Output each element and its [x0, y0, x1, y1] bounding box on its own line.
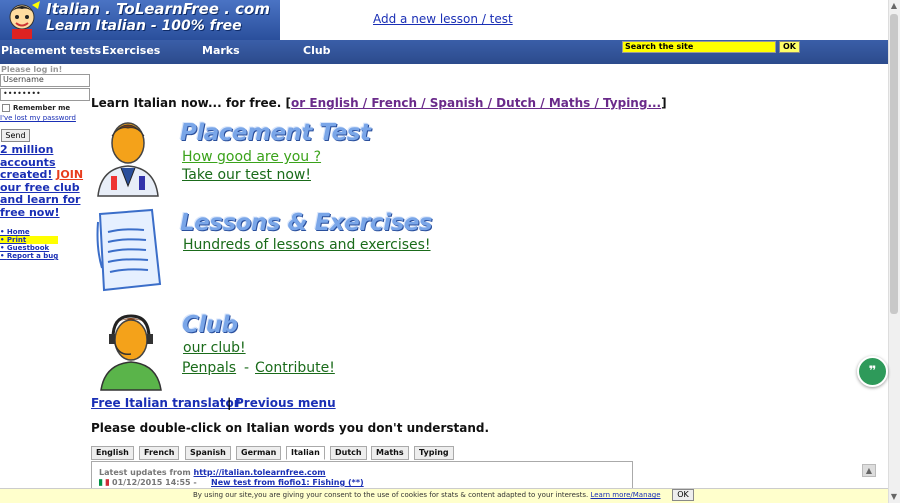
guestbook-link[interactable]: Guestbook: [0, 244, 58, 252]
link-separator: |: [227, 396, 232, 410]
nav-placement-tests[interactable]: Placement tests: [1, 44, 101, 57]
placement-test-title[interactable]: Placement Test: [180, 120, 371, 146]
nav-club[interactable]: Club: [303, 44, 331, 57]
search-ok-button[interactable]: OK: [779, 41, 800, 53]
club-dash: -: [244, 360, 250, 376]
update-item-link[interactable]: New test from fiofio1: Fishing (**): [211, 478, 364, 487]
cookie-text: By using our site,you are giving your co…: [193, 491, 661, 499]
dblclick-hint: Please double-click on Italian words you…: [91, 421, 490, 435]
logo-title: Italian . ToLearnFree . com: [46, 0, 270, 18]
updates-url-link[interactable]: http://italian.tolearnfree.com: [194, 468, 326, 477]
translator-link[interactable]: Free Italian translator: [91, 396, 240, 410]
scrollbar-thumb[interactable]: [890, 14, 898, 314]
intro-text: Learn Italian now... for free. [or Engli…: [91, 96, 667, 110]
lessons-exercises-title[interactable]: Lessons & Exercises: [180, 210, 433, 236]
mascot-icon: [9, 1, 40, 39]
intro-bracket: ]: [661, 96, 667, 110]
password-input[interactable]: ••••••••: [0, 88, 90, 101]
lost-password-link[interactable]: I've lost my password: [0, 114, 76, 122]
take-test-link[interactable]: Take our test now!: [182, 167, 311, 183]
username-input[interactable]: Username: [0, 74, 90, 87]
penpals-link[interactable]: Penpals: [182, 360, 236, 376]
remember-me-label: Remember me: [13, 104, 71, 112]
join-club-link[interactable]: our free club and learn for free now!: [0, 181, 80, 219]
site-header: Italian . ToLearnFree . com Learn Italia…: [0, 0, 888, 40]
cookie-manage-link[interactable]: Learn more/Manage: [590, 491, 660, 499]
tab-spanish[interactable]: Spanish: [185, 446, 231, 460]
cookie-ok-button[interactable]: OK: [672, 489, 694, 501]
contribute-link[interactable]: Contribute!: [255, 360, 335, 376]
cookie-message: By using our site,you are giving your co…: [193, 491, 589, 499]
chevron-up-icon[interactable]: ▲: [862, 464, 876, 477]
other-languages-link[interactable]: or English / French / Spanish / Dutch / …: [291, 96, 661, 110]
tab-dutch[interactable]: Dutch: [330, 446, 367, 460]
print-link[interactable]: Print: [0, 236, 59, 244]
tab-german[interactable]: German: [236, 446, 282, 460]
updates-title: Latest updates from http://italian.tolea…: [99, 468, 326, 477]
tab-typing[interactable]: Typing: [414, 446, 454, 460]
hundreds-lessons-link[interactable]: Hundreds of lessons and exercises!: [183, 237, 431, 253]
accounts-promo-link[interactable]: 2 million accounts created!: [0, 143, 56, 181]
tab-french[interactable]: French: [139, 446, 180, 460]
intro-label: Learn Italian now... for free. [: [91, 96, 292, 110]
remember-me-checkbox[interactable]: [2, 104, 10, 112]
sidebar-links: Home Print Guestbook Report a bug: [0, 228, 59, 260]
how-good-link[interactable]: How good are you ?: [182, 149, 321, 165]
teacher-illustration-icon[interactable]: [93, 116, 163, 198]
search-input[interactable]: Search the site: [622, 41, 776, 53]
login-title: Please log in!: [1, 65, 63, 74]
club-support-icon[interactable]: [97, 310, 165, 392]
logo-subtitle: Learn Italian - 100% free: [46, 18, 242, 34]
report-bug-link[interactable]: Report a bug: [0, 252, 58, 260]
nav-marks[interactable]: Marks: [202, 44, 240, 57]
updates-label: Latest updates from: [99, 468, 194, 477]
lessons-document-icon[interactable]: [94, 208, 166, 292]
our-club-link[interactable]: our club!: [183, 340, 246, 356]
quote-icon[interactable]: ❞: [857, 356, 888, 387]
send-button[interactable]: Send: [1, 129, 30, 142]
site-logo[interactable]: Italian . ToLearnFree . com Learn Italia…: [0, 0, 280, 40]
tab-maths[interactable]: Maths: [371, 446, 409, 460]
club-title[interactable]: Club: [182, 312, 238, 338]
nav-exercises[interactable]: Exercises: [102, 44, 160, 57]
scroll-up-arrow-icon[interactable]: ▲: [888, 0, 900, 12]
join-link[interactable]: JOIN: [56, 168, 83, 181]
update-date: 01/12/2015 14:55 -: [112, 478, 197, 487]
promo-text: 2 million accounts created! JOIN our fre…: [0, 143, 90, 219]
tab-italian[interactable]: Italian: [286, 446, 325, 460]
tab-english[interactable]: English: [91, 446, 134, 460]
scroll-down-arrow-icon[interactable]: ▼: [888, 491, 900, 503]
italian-flag-icon: [99, 479, 109, 486]
add-lesson-link[interactable]: Add a new lesson / test: [373, 12, 513, 26]
home-link[interactable]: Home: [0, 228, 58, 236]
previous-menu-link[interactable]: Previous menu: [235, 396, 336, 410]
